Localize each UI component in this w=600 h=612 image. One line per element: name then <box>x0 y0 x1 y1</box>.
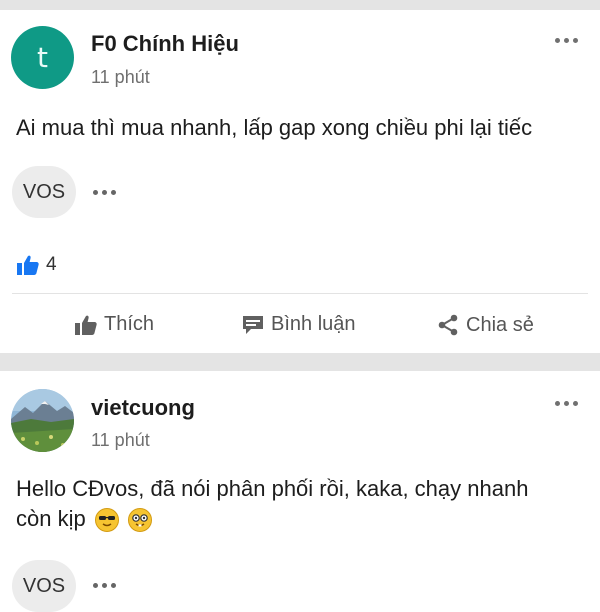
author-name[interactable]: vietcuong <box>91 395 195 421</box>
share-label: Chia sẻ <box>466 313 534 336</box>
more-options-icon[interactable] <box>555 38 578 43</box>
tag-chip[interactable]: VOS <box>12 560 76 612</box>
share-button[interactable]: Chia sẻ <box>436 313 534 337</box>
share-icon <box>438 314 458 336</box>
post-text-line: Hello CĐvos, đã nói phân phối rồi, kaka,… <box>16 476 529 501</box>
more-options-icon[interactable] <box>555 401 578 406</box>
thumbs-up-icon <box>17 255 39 275</box>
post-text-line: còn kịp <box>16 504 586 534</box>
post-time: 11 phút <box>91 430 150 450</box>
avatar[interactable]: t <box>11 26 74 89</box>
author-name[interactable]: F0 Chính Hiệu <box>91 31 239 57</box>
comment-button[interactable]: Bình luận <box>241 313 356 336</box>
comment-icon <box>243 315 263 334</box>
top-separator <box>0 0 600 10</box>
avatar[interactable] <box>11 389 74 452</box>
like-count: 4 <box>46 254 57 275</box>
tag-more-icon[interactable] <box>93 190 116 195</box>
like-label: Thích <box>104 313 155 335</box>
comment-label: Bình luận <box>271 313 356 335</box>
tag-chip[interactable]: VOS <box>12 166 76 218</box>
thumbs-up-icon <box>75 315 97 335</box>
post-text: Hello CĐvos, đã nói phân phối rồi, kaka,… <box>16 474 586 534</box>
like-summary[interactable]: 4 <box>16 254 57 276</box>
post-text: Ai mua thì mua nhanh, lấp gap xong chiều… <box>16 115 533 140</box>
sunglasses-face-icon <box>94 508 119 533</box>
post-separator <box>0 353 600 371</box>
post-card: vietcuong 11 phút Hello CĐvos, đã nói ph… <box>0 371 600 612</box>
nerd-face-icon <box>127 508 152 533</box>
post-time: 11 phút <box>91 67 150 87</box>
landscape-avatar-image <box>11 389 74 452</box>
action-bar: Thích Bình luận Chia sẻ <box>0 309 600 343</box>
like-button[interactable]: Thích <box>74 313 154 336</box>
divider <box>12 293 588 294</box>
post-card: t F0 Chính Hiệu 11 phút Ai mua thì mua n… <box>0 10 600 353</box>
tag-more-icon[interactable] <box>93 583 116 588</box>
